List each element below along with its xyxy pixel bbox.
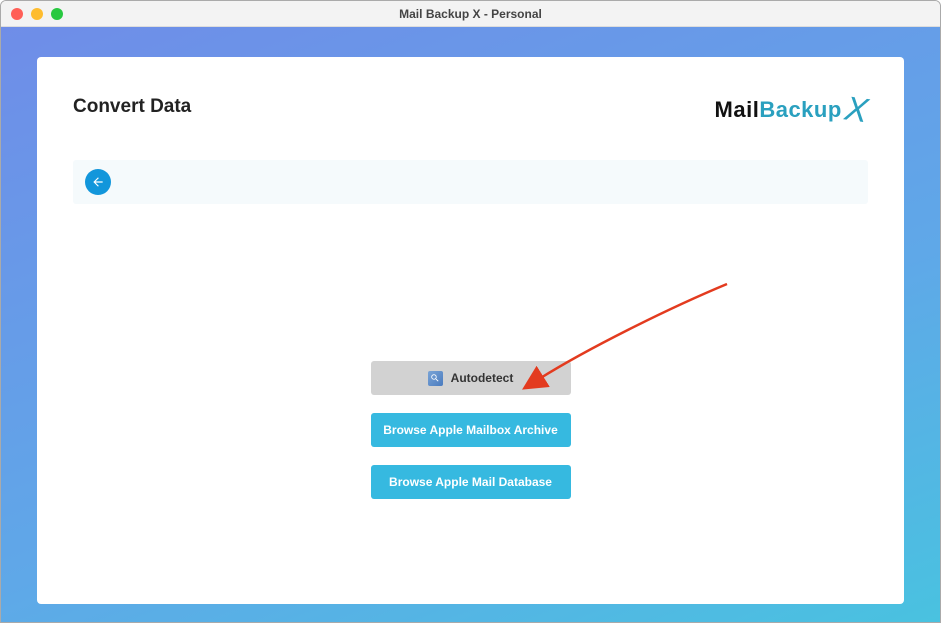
back-button[interactable]: [85, 169, 111, 195]
autodetect-label: Autodetect: [451, 371, 514, 385]
card-header: Convert Data MailBackupX: [73, 87, 868, 126]
option-buttons: Autodetect Browse Apple Mailbox Archive …: [361, 361, 581, 499]
logo-text-mail: Mail: [715, 97, 760, 122]
autodetect-icon: [428, 371, 443, 386]
main-card: Convert Data MailBackupX Autodetect: [37, 57, 904, 604]
window-title: Mail Backup X - Personal: [1, 7, 940, 21]
browse-archive-button[interactable]: Browse Apple Mailbox Archive: [371, 413, 571, 447]
titlebar: Mail Backup X - Personal: [1, 1, 940, 27]
app-logo: MailBackupX: [715, 87, 868, 126]
logo-text-backup: Backup: [759, 97, 841, 122]
back-bar: [73, 160, 868, 204]
browse-database-label: Browse Apple Mail Database: [389, 475, 552, 489]
browse-archive-label: Browse Apple Mailbox Archive: [383, 423, 558, 437]
browse-database-button[interactable]: Browse Apple Mail Database: [371, 465, 571, 499]
page-title: Convert Data: [73, 96, 191, 118]
logo-text-x: X: [842, 90, 870, 132]
content-frame: Convert Data MailBackupX Autodetect: [1, 27, 940, 622]
autodetect-button[interactable]: Autodetect: [371, 361, 571, 395]
arrow-left-icon: [91, 175, 105, 189]
app-window: Mail Backup X - Personal Convert Data Ma…: [0, 0, 941, 623]
